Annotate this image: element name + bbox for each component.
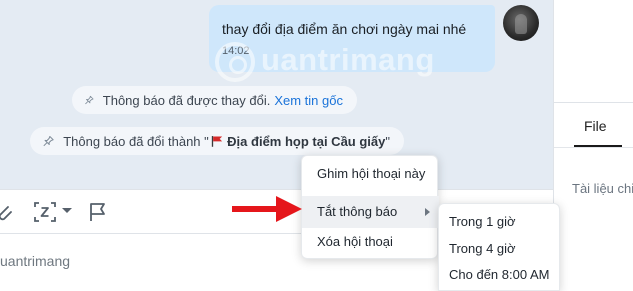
submenu-item-until-8am[interactable]: Cho đến 8:00 AM xyxy=(439,261,561,289)
submenu-item-1-hour[interactable]: Trong 1 giờ xyxy=(439,208,561,236)
avatar[interactable] xyxy=(503,5,539,41)
shared-docs-label: Tài liệu chia xyxy=(572,181,633,196)
submenu-arrow-icon xyxy=(425,208,430,216)
attach-icon[interactable] xyxy=(0,201,14,223)
pin-icon xyxy=(43,135,54,147)
red-flag-icon xyxy=(211,136,222,147)
right-panel: File Tài liệu chia xyxy=(553,0,633,291)
menu-item-mute-notifications[interactable]: Tắt thông báo xyxy=(302,196,439,228)
mute-duration-submenu: Trong 1 giờ Trong 4 giờ Cho đến 8:00 AM xyxy=(438,203,560,291)
divider xyxy=(554,147,633,148)
chevron-down-icon[interactable] xyxy=(61,207,73,215)
notice-suffix: " xyxy=(385,133,390,149)
menu-item-delete-conversation[interactable]: Xóa hội thoại xyxy=(302,226,439,258)
message-bubble[interactable]: thay đổi địa điểm ăn chơi ngày mai nhé 1… xyxy=(209,5,495,72)
view-original-link[interactable]: Xem tin gốc xyxy=(274,93,343,108)
red-arrow-annotation-icon xyxy=(232,196,302,222)
pin-icon xyxy=(85,95,94,105)
menu-item-label: Tắt thông báo xyxy=(317,204,398,219)
flag-icon[interactable] xyxy=(88,201,108,223)
message-time: 14:02 xyxy=(222,45,250,57)
divider xyxy=(554,102,633,103)
conversation-context-menu: Ghim hội thoại này Tắt thông báo Xóa hội… xyxy=(301,155,439,259)
tab-file[interactable]: File xyxy=(584,118,607,134)
chat-area: thay đổi địa điểm ăn chơi ngày mai nhé 1… xyxy=(0,0,553,189)
screenshot-icon[interactable] xyxy=(33,201,57,223)
menu-item-pin-conversation[interactable]: Ghim hội thoại này xyxy=(302,158,439,190)
system-notice-renamed: Thông báo đã đổi thành " Địa điểm họp tạ… xyxy=(30,127,404,155)
notice-prefix: Thông báo đã đổi thành " xyxy=(63,133,209,149)
message-text: thay đổi địa điểm ăn chơi ngày mai nhé xyxy=(222,21,467,37)
notice-title: Địa điểm họp tại Cầu giấy xyxy=(227,133,386,149)
notice-text: Thông báo đã được thay đổi. xyxy=(102,92,271,108)
message-input-placeholder[interactable]: uantrimang xyxy=(0,253,70,269)
submenu-item-4-hours[interactable]: Trong 4 giờ xyxy=(439,235,561,263)
system-notice-changed: Thông báo đã được thay đổi. Xem tin gốc xyxy=(72,86,357,114)
